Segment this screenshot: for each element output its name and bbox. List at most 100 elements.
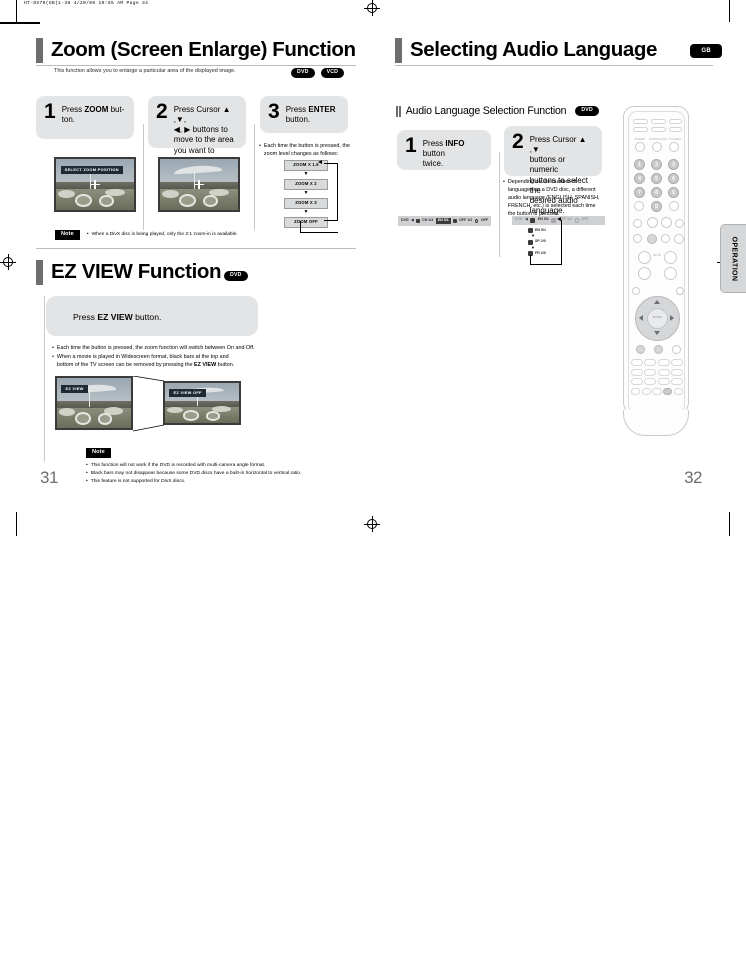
remote-power-button[interactable] bbox=[635, 142, 645, 152]
language-list-item-1: EN 5/1 bbox=[528, 228, 546, 233]
remote-function-button[interactable] bbox=[644, 368, 657, 376]
zoom-step-1-text: Press ZOOM but-ton. bbox=[61, 105, 125, 125]
remote-function-button[interactable] bbox=[644, 359, 657, 366]
ezview-on-osd-label: EZ VIEW bbox=[61, 385, 88, 393]
ezview-section-header: EZ VIEW Function bbox=[36, 260, 222, 285]
audio-step-1: 1 Press INFO button twice. bbox=[397, 130, 491, 170]
audio-section-header: Selecting Audio Language bbox=[395, 38, 657, 63]
osd-audio-highlight: EN 5/1 bbox=[435, 218, 451, 224]
remote-function-button[interactable] bbox=[657, 359, 670, 366]
remote-pause-button[interactable] bbox=[661, 234, 670, 243]
remote-return-button[interactable] bbox=[676, 287, 684, 295]
remote-number-6[interactable]: 6 bbox=[668, 173, 679, 184]
section-accent-bar bbox=[36, 38, 43, 63]
osd-repeat-label: OFF bbox=[480, 218, 488, 222]
remote-function-button[interactable] bbox=[652, 387, 662, 395]
audio-step-2-text: Press Cursor ▲ ,▼ buttons or numeric butto… bbox=[529, 135, 588, 216]
zoom-step-3-text: Press ENTER button. bbox=[285, 105, 336, 125]
remote-volume-down-button[interactable] bbox=[638, 251, 651, 264]
remote-right-aux-button[interactable] bbox=[669, 201, 679, 211]
zoom-step-3-bullets: • Each time the button is pressed, the zo… bbox=[259, 142, 351, 159]
remote-function-button[interactable] bbox=[641, 387, 651, 395]
remote-function-button[interactable] bbox=[631, 368, 643, 376]
zoom-crosshair bbox=[90, 180, 100, 189]
remote-bottom-taper bbox=[623, 410, 689, 436]
zoom-section-subtitle: This function allows you to enlarge a pa… bbox=[54, 68, 236, 74]
remote-function-button-active[interactable] bbox=[663, 387, 673, 395]
zoom-level-box-4: ZOOM OFF bbox=[284, 216, 328, 228]
remote-mode-button[interactable] bbox=[654, 345, 663, 354]
remote-fast-forward-button[interactable] bbox=[661, 217, 672, 228]
operation-side-tab-label: OPERATION bbox=[730, 236, 737, 281]
zoom-disc-badges: DVD VCD bbox=[291, 68, 345, 78]
ezview-disc-badges: DVD bbox=[224, 271, 248, 281]
region-badge-gb: GB bbox=[690, 44, 722, 58]
remote-number-7[interactable]: 7 bbox=[634, 187, 645, 198]
remote-number-1[interactable]: 1 bbox=[634, 159, 645, 170]
osd-chapter-icon bbox=[530, 218, 536, 223]
disc-badge-dvd: DVD bbox=[291, 68, 315, 78]
remote-skip-back-button[interactable] bbox=[633, 219, 642, 228]
ezview-note-lines: • This function will not work if the DVD … bbox=[86, 462, 336, 486]
remote-sound-button[interactable] bbox=[672, 345, 681, 354]
remote-open-close-button[interactable] bbox=[652, 142, 662, 152]
remote-number-8[interactable]: 8 bbox=[651, 187, 662, 198]
remote-function-button[interactable] bbox=[631, 387, 641, 395]
remote-function-button[interactable] bbox=[673, 387, 683, 395]
remote-volume-up-button[interactable] bbox=[664, 251, 677, 264]
remote-control-illustration: POWER OPEN/CLOSE TV/VIDEO 1 2 3 4 5 6 7 … bbox=[623, 106, 689, 418]
remote-cursor-up-icon[interactable] bbox=[654, 300, 660, 304]
remote-info-button[interactable] bbox=[636, 345, 645, 354]
bullet-dot: • bbox=[52, 345, 54, 351]
remote-menu-button[interactable] bbox=[632, 287, 640, 295]
remote-tuning-up-button[interactable] bbox=[664, 267, 677, 280]
flow-loop-path bbox=[324, 163, 338, 221]
remote-skip-forward-button[interactable] bbox=[675, 219, 684, 228]
bullet-dot: • bbox=[86, 232, 89, 237]
zoom-step-1-number: 1 bbox=[44, 100, 56, 123]
remote-function-button[interactable] bbox=[671, 368, 684, 376]
remote-rewind-button[interactable] bbox=[647, 217, 658, 228]
remote-stop-button[interactable] bbox=[647, 234, 657, 244]
remote-number-9[interactable]: 9 bbox=[668, 187, 679, 198]
osd-prev-icon: ◀ bbox=[411, 218, 414, 222]
remote-pill-top-4 bbox=[633, 127, 648, 132]
audio-step-2: 2 Press Cursor ▲ ,▼ buttons or numeric but… bbox=[504, 126, 602, 216]
remote-left-aux-button[interactable] bbox=[634, 201, 644, 211]
remote-function-button[interactable] bbox=[631, 359, 643, 366]
remote-cursor-left-icon[interactable] bbox=[639, 315, 643, 321]
osd-prev-icon: ◀ bbox=[525, 217, 528, 222]
remote-function-button[interactable] bbox=[671, 378, 684, 386]
remote-play-button[interactable] bbox=[633, 234, 642, 243]
zoom-note-rule bbox=[36, 248, 356, 249]
remote-cursor-right-icon[interactable] bbox=[670, 315, 674, 321]
remote-tv-video-button[interactable] bbox=[669, 142, 679, 152]
remote-number-3[interactable]: 3 bbox=[668, 159, 679, 170]
audio-language-bullet-text: Depending on the number of languages on … bbox=[507, 179, 600, 218]
language-loop-arrowhead-icon bbox=[557, 217, 561, 221]
bullet-dot: • bbox=[86, 478, 88, 484]
remote-number-4[interactable]: 4 bbox=[634, 173, 645, 184]
tv-ring-object bbox=[74, 193, 92, 207]
remote-number-5[interactable]: 5 bbox=[651, 173, 662, 184]
osd-disc-label: DVD bbox=[515, 217, 523, 222]
remote-function-button[interactable] bbox=[657, 368, 670, 376]
remote-tuning-down-button[interactable] bbox=[638, 267, 651, 280]
remote-function-button[interactable] bbox=[671, 359, 684, 366]
remote-power-label: POWER bbox=[634, 138, 646, 141]
remote-number-0[interactable]: 0 bbox=[651, 201, 662, 212]
remote-function-button[interactable] bbox=[644, 378, 657, 386]
step-divider-2 bbox=[254, 124, 255, 230]
remote-number-2[interactable]: 2 bbox=[651, 159, 662, 170]
remote-step-button[interactable] bbox=[674, 234, 684, 244]
bullet-dot: • bbox=[86, 463, 88, 469]
remote-cursor-down-icon[interactable] bbox=[654, 331, 660, 335]
remote-mute-label: MUTE bbox=[653, 254, 661, 257]
remote-function-button[interactable] bbox=[657, 378, 670, 386]
remote-pill-top-2 bbox=[651, 119, 666, 124]
osd-subtitle-label: OFF 1/2 bbox=[459, 218, 473, 222]
remote-function-button[interactable] bbox=[631, 378, 643, 386]
ezview-note-1: This function will not work if the DVD i… bbox=[90, 463, 266, 469]
note-tag: Note bbox=[55, 230, 80, 241]
ezview-note-3: This feature is not supported for DivX d… bbox=[90, 478, 186, 484]
